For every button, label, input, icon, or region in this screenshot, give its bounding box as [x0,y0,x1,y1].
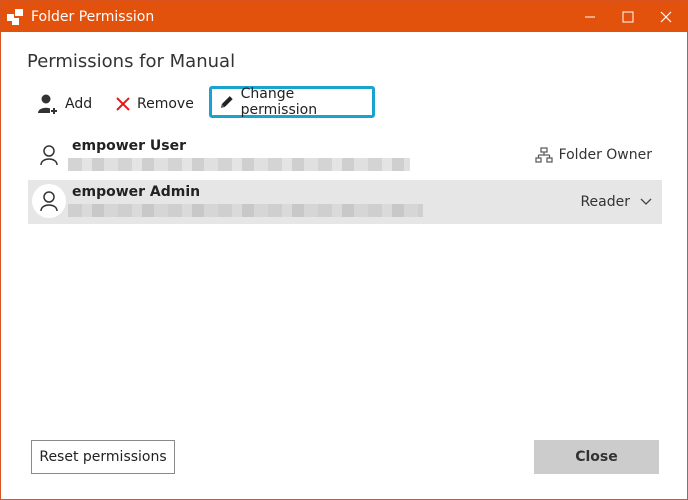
redacted-email [68,158,410,171]
pencil-icon [220,96,233,108]
minimize-icon [585,16,595,17]
maximize-button[interactable] [611,1,645,32]
close-icon [660,11,672,22]
folder-permission-dialog: Folder Permission Permissions for Manual… [0,0,688,500]
change-permission-button[interactable]: Change permission [209,86,375,118]
add-button[interactable]: Add [37,89,92,119]
change-permission-label: Change permission [240,86,318,118]
add-label: Add [65,96,93,112]
avatar [32,184,66,218]
hierarchy-icon [534,147,553,163]
user-name: empower User [72,138,187,154]
redacted-email [68,204,423,217]
role-text: Folder Owner [558,147,652,163]
remove-button[interactable]: Remove [115,89,194,119]
red-x-icon [116,97,130,111]
app-icon [7,9,23,25]
maximize-icon [622,11,634,22]
window-title: Folder Permission [31,9,155,25]
reset-permissions-button[interactable]: Reset permissions [31,440,175,474]
avatar [32,138,66,172]
chevron-down-icon [640,198,652,205]
minimize-button[interactable] [573,1,607,32]
person-icon [40,145,58,166]
close-button[interactable]: Close [534,440,659,474]
page-title: Permissions for Manual [27,51,236,72]
user-row-empower-user[interactable]: empower User Folder Owner [28,134,662,178]
person-icon [40,191,58,212]
role-dropdown[interactable]: Reader [580,194,652,210]
user-name: empower Admin [72,184,201,200]
role-label-owner: Folder Owner [534,147,652,163]
role-text: Reader [580,194,630,210]
close-window-button[interactable] [649,1,683,32]
add-user-icon [38,94,58,115]
remove-label: Remove [137,96,194,112]
title-bar[interactable]: Folder Permission [1,1,687,32]
user-row-empower-admin[interactable]: empower Admin Reader [28,180,662,224]
